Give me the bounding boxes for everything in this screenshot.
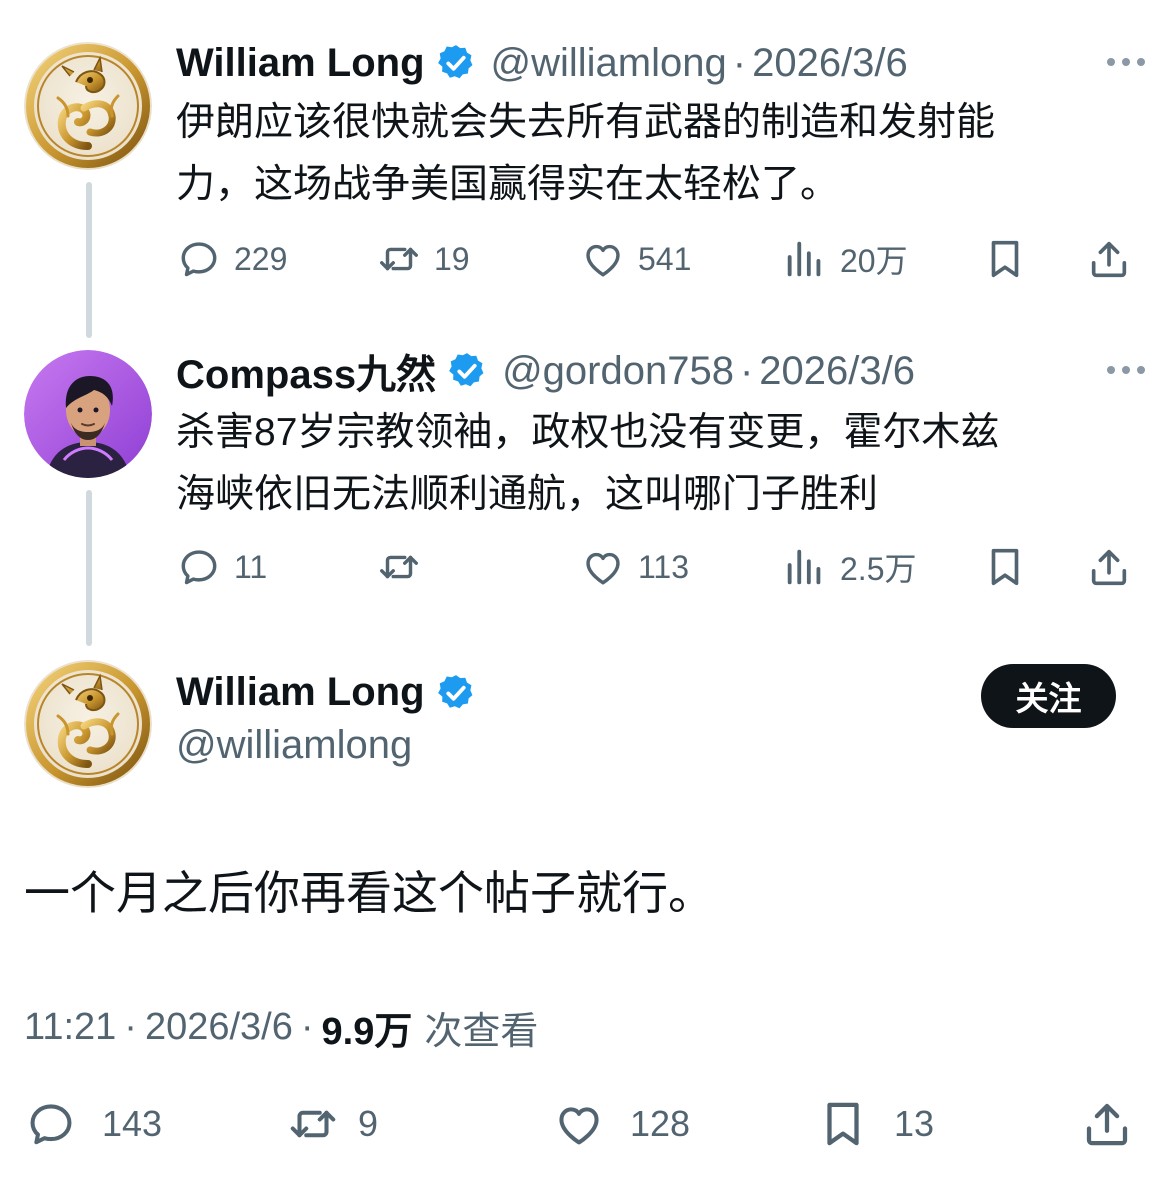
main-tweet-actions: 143 9 128 13	[24, 1096, 1136, 1152]
tweet-text-line: 力，这场战争美国赢得实在太轻松了。	[176, 163, 840, 206]
views-count: 20万	[840, 243, 908, 279]
more-options-icon[interactable]	[1104, 360, 1148, 380]
share-icon	[1080, 1097, 1134, 1151]
tweet-actions: 11 113 2.5万	[176, 542, 1136, 592]
like-button[interactable]: 128	[552, 1096, 690, 1152]
tweet-text: 伊朗应该很快就会失去所有武器的制造和发射能 力，这场战争美国赢得实在太轻松了。	[176, 92, 1136, 216]
tweet-text-line: 伊朗应该很快就会失去所有武器的制造和发射能	[176, 101, 996, 144]
share-button[interactable]	[1080, 1096, 1134, 1152]
tweet-actions: 229 19 541 20万	[176, 234, 1136, 284]
follow-button[interactable]: 关注	[981, 664, 1116, 728]
tweet-meta: 11:21 · 2026/3/6 · 9.9万 次查看	[24, 1000, 538, 1055]
views-label: 次查看	[424, 1011, 539, 1053]
main-author-block: William Long @williamlong	[176, 670, 477, 768]
retweet-button[interactable]	[376, 542, 434, 592]
verified-badge-icon	[446, 350, 488, 392]
bookmark-button[interactable]: 13	[816, 1096, 934, 1152]
reply-count: 229	[234, 240, 288, 277]
anime-man-avatar[interactable]	[24, 350, 152, 478]
like-count: 541	[638, 240, 692, 277]
share-icon	[1086, 236, 1132, 282]
author-name[interactable]: William Long	[176, 670, 425, 715]
reply-icon	[24, 1097, 78, 1151]
reply-icon	[176, 236, 222, 282]
tweet-header: William Long @williamlong · 2026/3/6	[176, 38, 908, 88]
like-icon	[580, 544, 626, 590]
tweet-date[interactable]: 2026/3/6	[759, 349, 915, 394]
retweet-button[interactable]: 19	[376, 234, 470, 284]
separator-dot: ·	[124, 1006, 137, 1048]
like-icon	[552, 1097, 606, 1151]
author-name[interactable]: Compass九然	[176, 342, 436, 400]
views-button[interactable]: 20万	[782, 234, 908, 284]
main-tweet-text: 一个月之后你再看这个帖子就行。	[24, 867, 714, 919]
reply-icon	[176, 544, 222, 590]
verified-badge-icon	[435, 42, 477, 84]
tweet-date[interactable]: 2026/3/6	[145, 1006, 293, 1049]
bookmark-icon	[816, 1097, 870, 1151]
reply-count: 143	[102, 1103, 163, 1144]
views-icon	[782, 544, 828, 590]
tweet-text: 杀害87岁宗教领袖，政权也没有变更，霍尔木兹 海峡依旧无法顺利通航，这叫哪门子胜…	[176, 402, 1136, 526]
separator-dot: ·	[739, 348, 754, 393]
like-button[interactable]: 113	[580, 542, 689, 592]
verified-badge-icon	[435, 672, 477, 714]
author-handle[interactable]: @williamlong	[491, 41, 727, 86]
like-count: 113	[638, 548, 690, 585]
retweet-icon	[376, 236, 422, 282]
bookmark-count: 13	[894, 1103, 935, 1144]
bookmark-icon	[982, 544, 1028, 590]
views-button[interactable]: 2.5万	[782, 542, 917, 592]
thread-connector-line	[86, 182, 92, 338]
reply-button[interactable]: 143	[24, 1096, 162, 1152]
golden-dragon-avatar[interactable]	[24, 42, 152, 170]
reply-button[interactable]: 229	[176, 234, 287, 284]
separator-dot: ·	[732, 40, 747, 85]
separator-dot: ·	[300, 1006, 314, 1048]
retweet-icon	[376, 544, 422, 590]
author-handle[interactable]: @williamlong	[176, 723, 477, 768]
reply-count: 11	[234, 548, 268, 585]
like-icon	[580, 236, 626, 282]
golden-dragon-avatar[interactable]	[24, 660, 152, 788]
share-button[interactable]	[1086, 234, 1132, 284]
more-options-icon[interactable]	[1104, 52, 1148, 72]
bookmark-button[interactable]	[982, 234, 1028, 284]
like-count: 128	[630, 1103, 691, 1144]
views-count[interactable]: 9.9万	[322, 1000, 413, 1055]
share-button[interactable]	[1086, 542, 1132, 592]
author-handle[interactable]: @gordon758	[502, 349, 734, 394]
views-count: 2.5万	[840, 551, 917, 587]
author-name[interactable]: William Long	[176, 41, 425, 86]
retweet-button[interactable]: 9	[286, 1096, 378, 1152]
retweet-count: 19	[434, 240, 470, 277]
tweet-date[interactable]: 2026/3/6	[752, 41, 908, 86]
tweet-time[interactable]: 11:21	[24, 1006, 116, 1049]
retweet-icon	[286, 1097, 340, 1151]
thread-connector-line	[86, 490, 92, 646]
tweet-text-line: 海峡依旧无法顺利通航，这叫哪门子胜利	[176, 473, 879, 516]
retweet-count: 9	[358, 1103, 379, 1144]
share-icon	[1086, 544, 1132, 590]
tweet-header: Compass九然 @gordon758 · 2026/3/6	[176, 346, 915, 398]
reply-button[interactable]: 11	[176, 542, 267, 592]
bookmark-icon	[982, 236, 1028, 282]
bookmark-button[interactable]	[982, 542, 1028, 592]
views-icon	[782, 236, 828, 282]
tweet-text-line: 杀害87岁宗教领袖，政权也没有变更，霍尔木兹	[176, 411, 1000, 454]
like-button[interactable]: 541	[580, 234, 691, 284]
